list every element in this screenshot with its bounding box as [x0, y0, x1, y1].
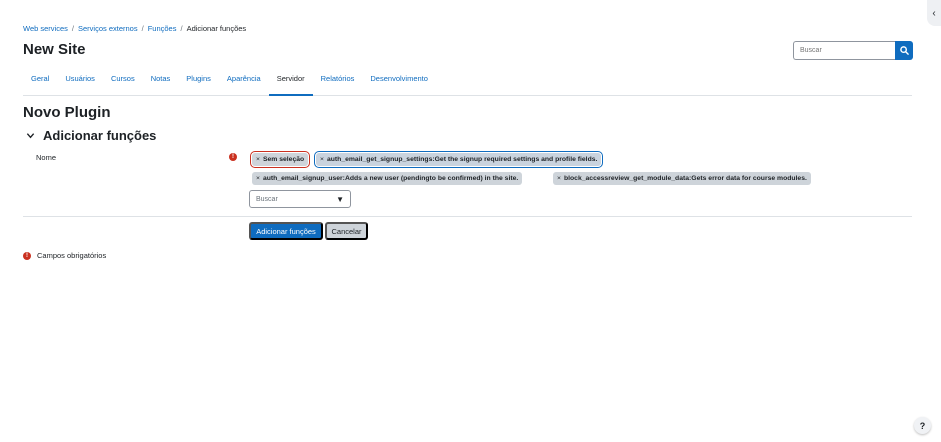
tab-usuarios[interactable]: Usuários: [57, 70, 103, 96]
chevron-down-icon: [26, 133, 35, 139]
add-functions-button[interactable]: Adicionar funções: [249, 222, 323, 240]
required-icon: !: [229, 153, 237, 161]
tab-desenvolvimento[interactable]: Desenvolvimento: [362, 70, 436, 96]
breadcrumb: Web services / Serviços externos / Funçõ…: [23, 24, 246, 33]
breadcrumb-separator: /: [180, 24, 183, 33]
breadcrumb-functions[interactable]: Funções: [148, 24, 177, 33]
search-form: [793, 41, 913, 60]
help-button[interactable]: ?: [914, 417, 931, 434]
tag-label: auth_email_signup_user:Adds a new user (…: [262, 175, 519, 182]
site-title: New Site: [23, 41, 86, 58]
function-search-select[interactable]: Buscar ▼: [249, 190, 351, 208]
tab-cursos[interactable]: Cursos: [103, 70, 143, 96]
breadcrumb-separator: /: [71, 24, 74, 33]
tab-geral[interactable]: Geral: [23, 70, 57, 96]
breadcrumb-separator: /: [141, 24, 144, 33]
remove-icon: ×: [320, 156, 324, 163]
tab-aparencia[interactable]: Aparência: [219, 70, 269, 96]
remove-icon: ×: [256, 175, 260, 182]
question-icon: ?: [919, 420, 926, 431]
selected-tag[interactable]: × auth_email_get_signup_settings:Get the…: [313, 151, 604, 168]
cancel-button[interactable]: Cancelar: [325, 222, 368, 240]
drawer-toggle-button[interactable]: ‹: [927, 0, 941, 26]
remove-icon: ×: [557, 175, 561, 182]
form-divider: [23, 216, 912, 217]
tag-label: auth_email_get_signup_settings:Get the s…: [326, 156, 598, 163]
selected-tag[interactable]: × block_accessreview_get_module_data:Get…: [553, 172, 811, 185]
dropdown-arrow-icon: ▼: [336, 194, 344, 204]
tag-label: Sem seleção: [262, 156, 305, 163]
search-input[interactable]: [793, 41, 895, 60]
selected-tag[interactable]: × Sem seleção: [249, 151, 311, 168]
tab-relatorios[interactable]: Relatórios: [313, 70, 363, 96]
tab-notas[interactable]: Notas: [143, 70, 179, 96]
tag-label: block_accessreview_get_module_data:Gets …: [563, 175, 807, 182]
search-button[interactable]: [895, 41, 913, 60]
selected-tag[interactable]: × auth_email_signup_user:Adds a new user…: [252, 172, 523, 185]
admin-tabs: Geral Usuários Cursos Notas Plugins Apar…: [23, 70, 912, 96]
required-icon: !: [23, 251, 31, 260]
remove-icon: ×: [256, 156, 260, 163]
breadcrumb-external-services[interactable]: Serviços externos: [78, 24, 138, 33]
select-placeholder: Buscar: [256, 195, 278, 203]
page-heading: Novo Plugin: [23, 104, 111, 121]
chevron-left-icon: ‹: [932, 7, 936, 19]
tab-servidor[interactable]: Servidor: [268, 70, 313, 96]
breadcrumb-web-services[interactable]: Web services: [23, 24, 68, 33]
required-fields-note: ! Campos obrigatórios: [23, 251, 106, 260]
section-title: Adicionar funções: [43, 128, 157, 143]
breadcrumb-current: Adicionar funções: [186, 24, 247, 33]
field-label-nome: Nome: [36, 153, 57, 162]
required-note-text: Campos obrigatórios: [37, 251, 107, 260]
search-icon: [899, 46, 909, 55]
tab-plugins[interactable]: Plugins: [178, 70, 219, 96]
section-toggle[interactable]: Adicionar funções: [26, 128, 156, 143]
